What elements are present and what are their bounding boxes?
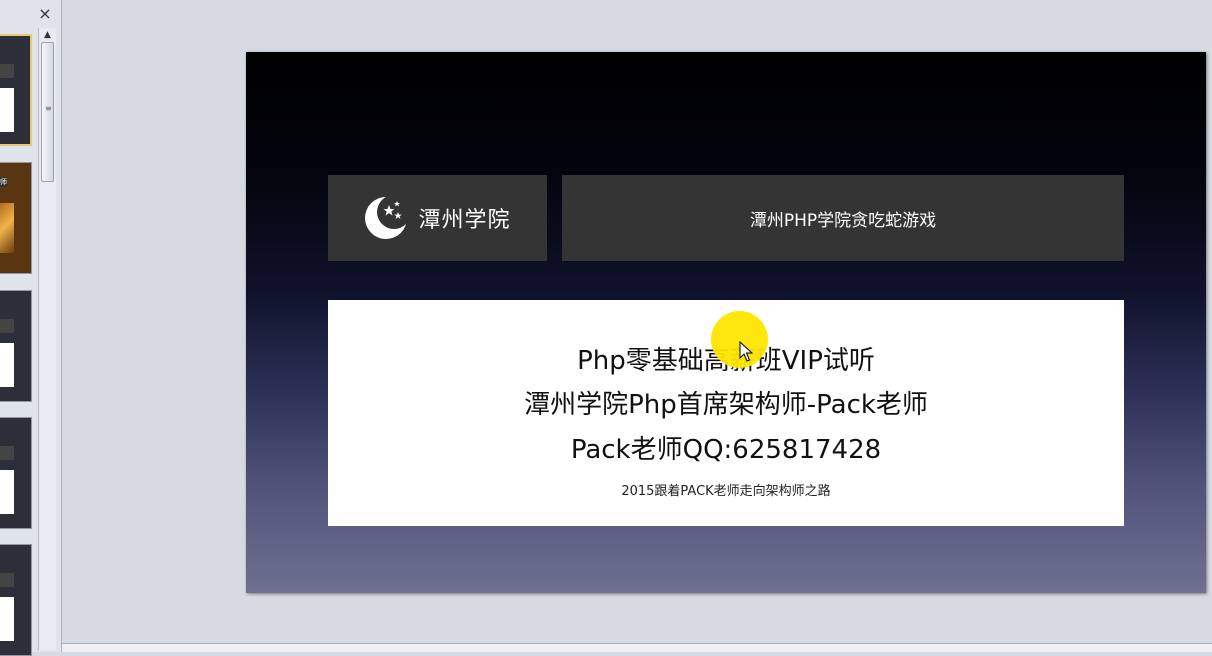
slide-thumbnail[interactable] <box>0 34 32 146</box>
mouse-pointer-icon <box>739 341 753 362</box>
moon-stars-icon <box>365 196 409 239</box>
logo-panel: 潭州学院 <box>328 175 547 261</box>
thumbnail-label: 师 <box>0 177 7 187</box>
grip-icon: ≡ <box>45 104 52 113</box>
thumbnail-scrollbar[interactable]: ▲ ≡ <box>38 28 56 650</box>
close-pane-button[interactable]: × <box>36 5 54 23</box>
slide-thumbnail[interactable] <box>0 417 32 529</box>
contact-line: Pack老师QQ:625817428 <box>570 435 882 465</box>
logo-text: 潭州学院 <box>418 208 511 233</box>
teacher-line: 潭州学院Php首席架构师-Pack老师 <box>524 390 928 420</box>
title-panel: 潭州PHP学院贪吃蛇游戏 <box>562 175 1124 261</box>
slide-title: 潭州PHP学院贪吃蛇游戏 <box>749 210 937 231</box>
tagline: 2015跟着PACK老师走向架构师之路 <box>621 484 831 499</box>
scroll-thumb[interactable]: ≡ <box>41 42 54 182</box>
slide-thumbnail[interactable]: 师 <box>0 162 32 274</box>
notes-pane-edge[interactable] <box>62 643 1212 652</box>
scroll-up-icon[interactable]: ▲ <box>39 28 56 42</box>
slide-thumbnail-pane: × 师 ▲ ≡ <box>0 0 62 656</box>
slide-thumbnail[interactable] <box>0 290 32 402</box>
slide-thumbnail[interactable] <box>0 544 32 656</box>
